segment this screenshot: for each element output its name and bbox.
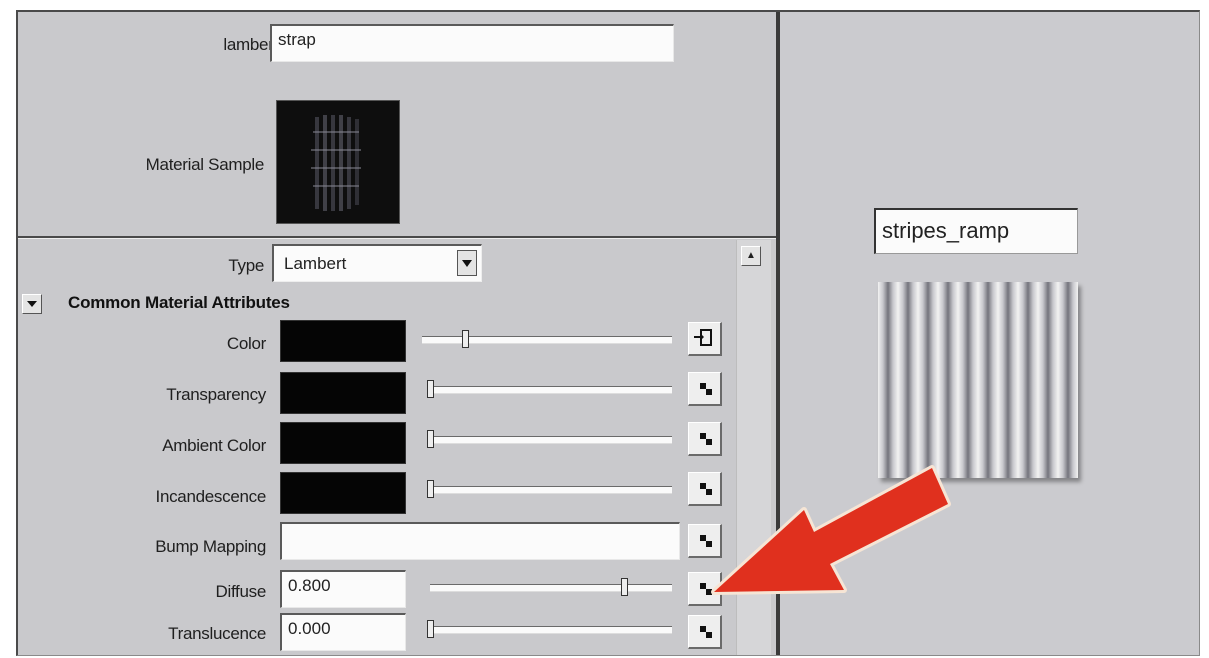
incandescence-swatch[interactable] [280,472,406,514]
diffuse-value-field[interactable]: 0.800 [280,570,406,608]
translucence-label: Translucence [168,624,266,643]
node-name-field[interactable]: strap [270,24,674,62]
incandescence-slider[interactable] [427,480,672,498]
bump-mapping-field[interactable] [280,522,680,560]
incandescence-label: Incandescence [155,487,267,506]
translucence-slider-handle[interactable] [427,620,434,638]
diffuse-map-button[interactable] [688,572,722,606]
attribute-editor-panel: lambert strap Material Sample Type Lambe… [18,12,776,655]
translucence-value-field[interactable]: 0.000 [280,613,406,651]
texture-node[interactable]: stripes_ramp [874,208,1084,498]
collapse-triangle-icon[interactable] [22,294,42,314]
material-sample-label: Material Sample [145,155,265,174]
color-slider[interactable] [422,330,672,348]
translucence-map-button[interactable] [688,615,722,649]
checker-icon [700,626,712,638]
section-divider-highlight [18,238,776,239]
section-title[interactable]: Common Material Attributes [68,293,290,313]
bump-mapping-map-button[interactable] [688,524,722,558]
color-map-button[interactable] [688,322,722,356]
type-dropdown-value: Lambert [284,254,347,273]
color-label: Color [226,334,266,353]
color-slider-handle[interactable] [461,330,469,348]
attribute-editor-window: lambert strap Material Sample Type Lambe… [16,10,1200,656]
ambient-color-slider[interactable] [427,430,672,448]
texture-node-name-field[interactable]: stripes_ramp [874,208,1078,254]
transparency-slider-handle[interactable] [427,380,434,398]
input-arrow-icon [694,329,712,346]
type-dropdown[interactable]: Lambert [272,244,482,282]
ambient-color-map-button[interactable] [688,422,722,456]
bump-mapping-label: Bump Mapping [155,537,266,556]
hypershade-work-area: stripes_ramp [780,12,1199,655]
diffuse-label: Diffuse [215,582,266,601]
checker-icon [700,383,712,395]
ambient-color-slider-handle[interactable] [427,430,434,448]
dropdown-arrow-icon[interactable] [457,250,477,276]
transparency-map-button[interactable] [688,372,722,406]
ambient-color-label: Ambient Color [162,436,266,455]
checker-icon [700,433,712,445]
attribute-scrollbar[interactable]: ▲ [736,240,771,655]
texture-swatch[interactable] [878,282,1078,478]
transparency-swatch[interactable] [280,372,406,414]
type-label: Type [228,256,264,275]
material-sample-image [276,100,400,224]
transparency-label: Transparency [166,385,266,404]
color-swatch[interactable] [280,320,406,362]
incandescence-slider-handle[interactable] [427,480,434,498]
translucence-slider[interactable] [427,620,672,638]
ambient-color-swatch[interactable] [280,422,406,464]
checker-icon [700,483,712,495]
material-sample-render [277,101,399,223]
diffuse-slider[interactable] [430,578,672,596]
incandescence-map-button[interactable] [688,472,722,506]
scroll-up-arrow-icon[interactable]: ▲ [741,246,761,266]
transparency-slider[interactable] [427,380,672,398]
checker-icon [700,583,712,595]
checker-icon [700,535,712,547]
diffuse-slider-handle[interactable] [620,578,628,596]
